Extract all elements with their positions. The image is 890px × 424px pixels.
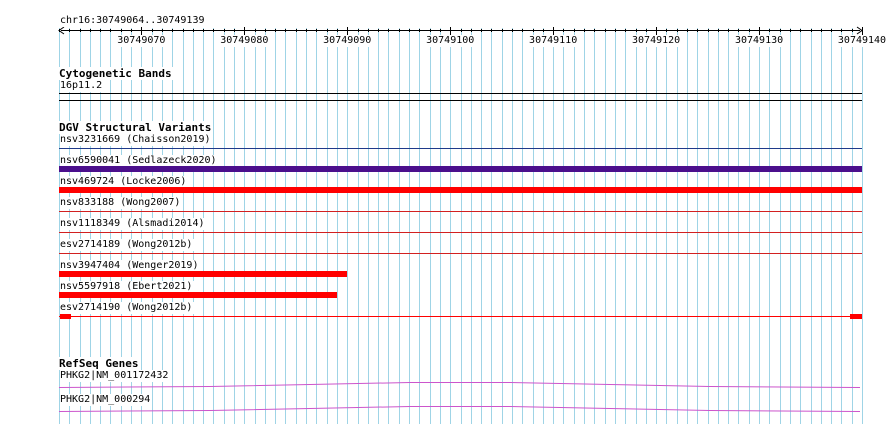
ruler-tick-label: 30749110 (528, 35, 579, 47)
dgv-variant-end-block (60, 314, 71, 319)
ruler-tick-label: 30749100 (425, 35, 476, 47)
ruler-tick-label: 30749120 (631, 35, 682, 47)
ruler-tick-label: 30749070 (116, 35, 167, 47)
refseq-gene-feature[interactable] (0, 381, 890, 389)
ruler-range-label: chr16:30749064..30749139 (60, 15, 207, 27)
ruler-tick-label: 30749090 (322, 35, 373, 47)
dgv-track-title: DGV Structural Variants (59, 121, 214, 134)
dgv-variant-bar (59, 271, 347, 277)
refseq-gene-line (58, 382, 861, 388)
dgv-variant-feature[interactable] (0, 166, 890, 176)
dgv-variant-feature[interactable] (0, 187, 890, 197)
dgv-variant-feature[interactable] (0, 229, 890, 239)
ruler-tick-label: 30749130 (733, 35, 785, 47)
dgv-variant-end-block (850, 314, 862, 319)
coordinate-ruler[interactable] (0, 0, 890, 60)
dgv-variant-bar (59, 187, 862, 193)
dgv-variant-feature[interactable] (0, 271, 890, 281)
refseq-gene-line (58, 406, 861, 412)
refseq-gene-feature[interactable] (0, 405, 890, 413)
dgv-variant-feature[interactable] (0, 250, 890, 260)
cytoband-track-title: Cytogenetic Bands (59, 67, 174, 80)
cytoband-track[interactable] (0, 91, 890, 105)
dgv-variant-feature[interactable] (0, 208, 890, 218)
dgv-variant-feature[interactable] (0, 313, 890, 323)
ruler-tick-label: 30749140 (836, 35, 888, 47)
dgv-variant-bar (59, 292, 337, 298)
genome-browser-view: chr16:30749064..30749139 30749070 3074908… (0, 0, 890, 424)
dgv-variant-feature[interactable] (0, 145, 890, 155)
dgv-variant-bar (59, 166, 862, 172)
refseq-track-title: RefSeq Genes (59, 357, 141, 370)
dgv-variant-feature[interactable] (0, 292, 890, 302)
ruler-tick-label: 30749080 (219, 35, 270, 47)
